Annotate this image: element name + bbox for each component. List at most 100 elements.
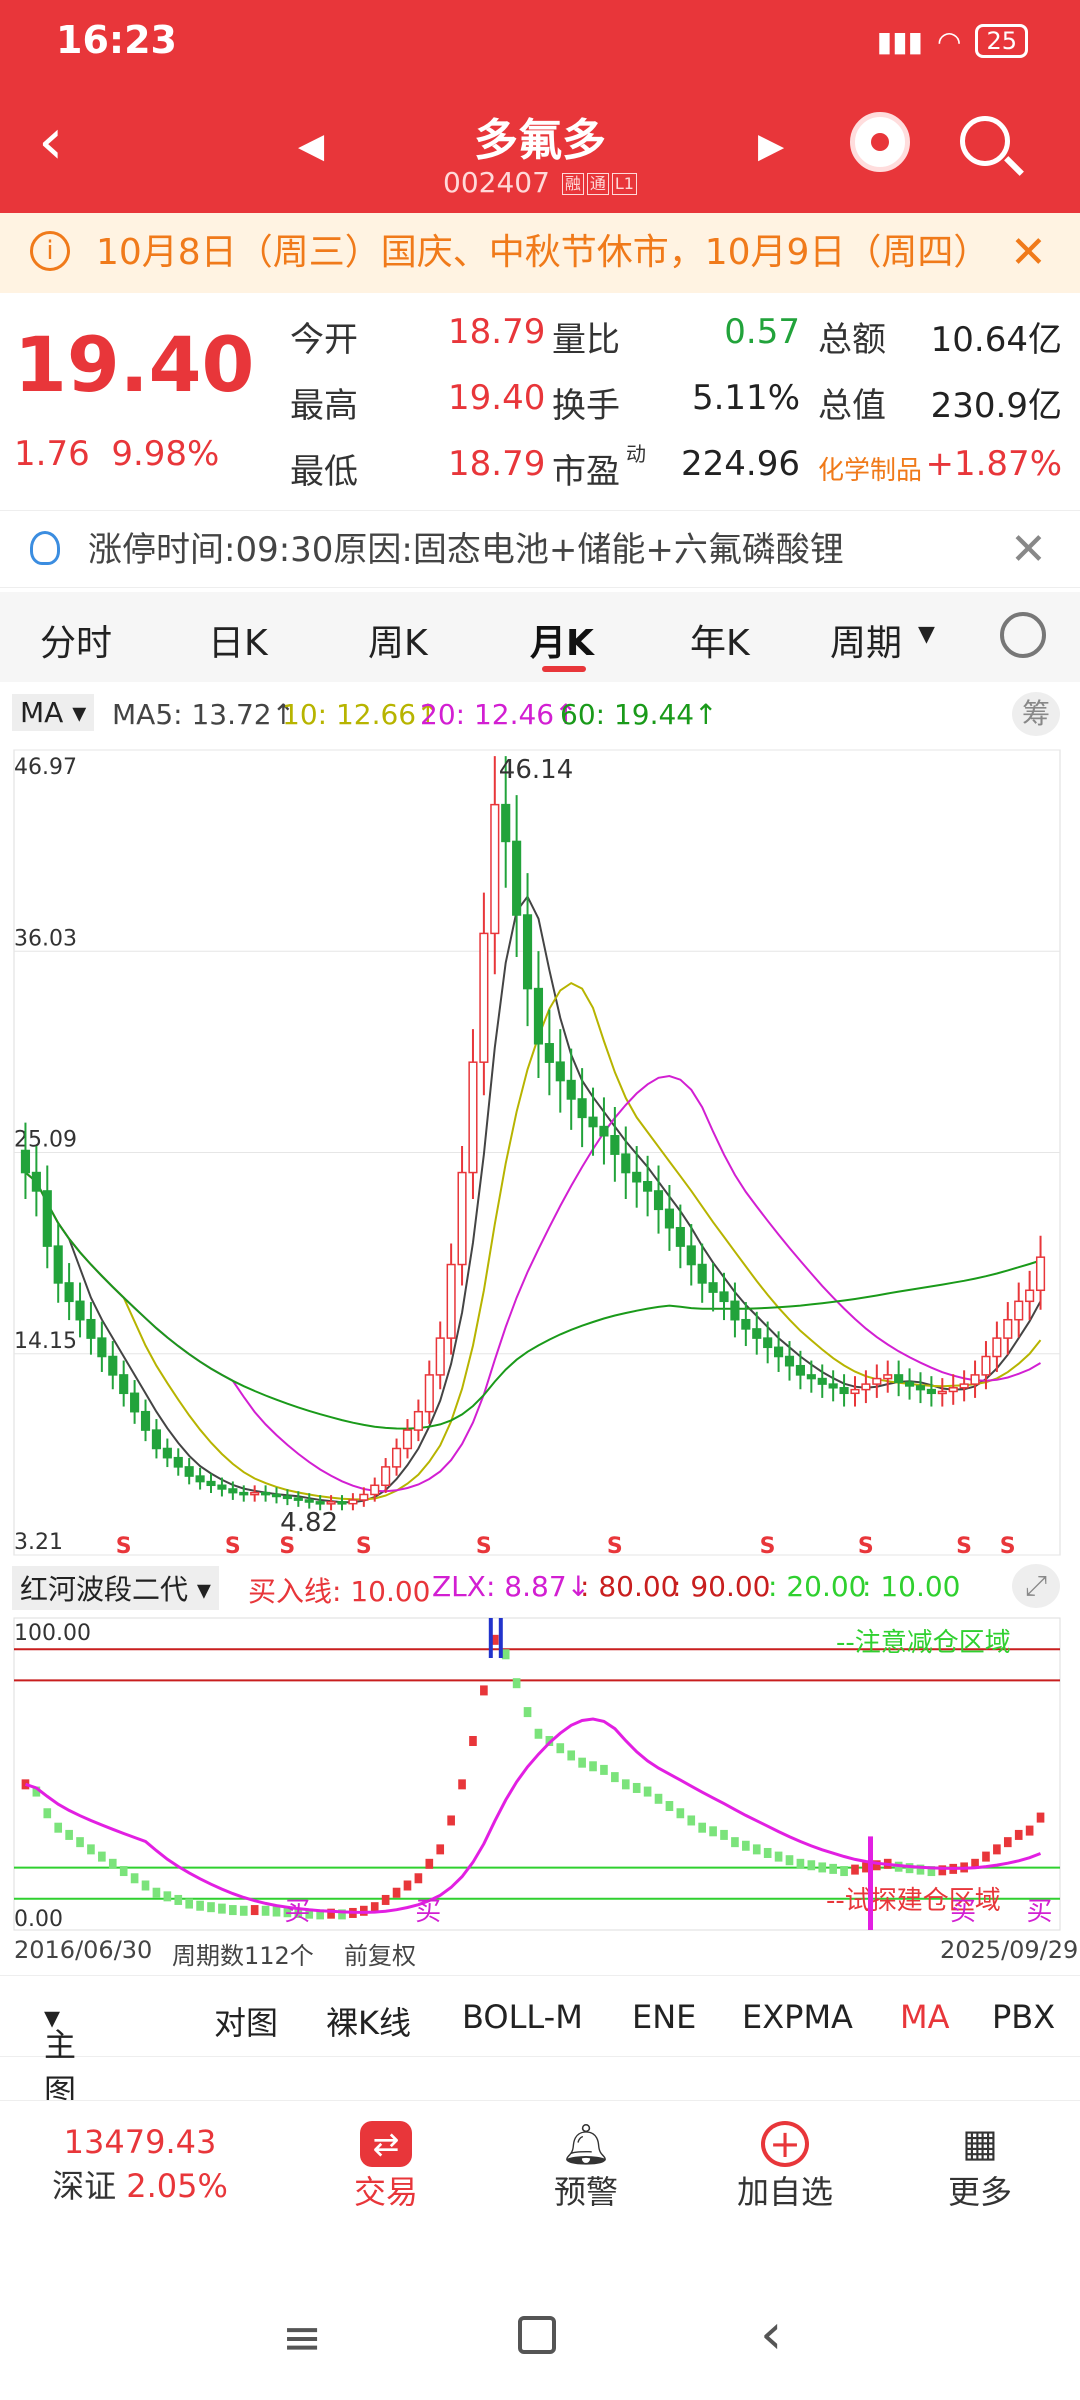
tab-month[interactable]: 月K	[530, 614, 594, 666]
top-zone-label: --注意减仓区域	[836, 1628, 1011, 1658]
tab-week[interactable]: 周K	[368, 614, 428, 666]
sell-marker: S	[956, 1534, 972, 1559]
oscillator-bar	[556, 1743, 565, 1754]
index-widget[interactable]: 13479.43 深证 2.05%	[40, 2123, 240, 2207]
oscillator-bar	[731, 1837, 739, 1848]
oscillator-bar	[567, 1750, 576, 1761]
sell-marker: S	[760, 1534, 776, 1559]
chip-button[interactable]: 筹	[1012, 692, 1060, 736]
search-icon[interactable]	[960, 116, 1010, 166]
info-icon: i	[30, 231, 70, 271]
buy-line-value: 买入线: 10.00	[248, 1575, 431, 1608]
bulb-icon	[30, 531, 60, 565]
tab-minute[interactable]: 分时	[40, 614, 112, 666]
stock-code-line: 002407 融通 L1	[0, 166, 1080, 199]
sell-marker: S	[279, 1534, 295, 1559]
indicator-select[interactable]: 红河波段二代 ▾	[12, 1566, 219, 1610]
candle	[664, 1208, 675, 1229]
sell-marker: S	[116, 1534, 132, 1559]
candle	[391, 1447, 402, 1468]
oscillator-bar	[621, 1779, 630, 1790]
home-icon[interactable]	[518, 2316, 556, 2354]
zlx-line	[25, 1717, 1042, 1914]
candle	[64, 1282, 74, 1303]
quote-label-l1-1: 今开	[290, 320, 358, 360]
quote-label-l3-3: 化学制品	[818, 456, 923, 486]
candle	[872, 1377, 882, 1385]
quote-label-l2-1: 量比	[552, 320, 620, 360]
oscillator-bar	[982, 1851, 990, 1862]
tab-main-chart[interactable]: 主图 ▾	[44, 1998, 76, 2110]
candle	[490, 803, 500, 935]
settings-icon[interactable]	[1000, 612, 1046, 658]
candle	[806, 1374, 816, 1380]
indicator-bottom-label: 0.00	[14, 1907, 63, 1932]
alert-label: 预警	[553, 2173, 618, 2211]
close-limit-icon[interactable]: ✕	[1010, 511, 1047, 589]
quote-label-l3-1: 总额	[818, 320, 886, 360]
mascot-icon[interactable]	[850, 112, 910, 172]
candle	[937, 1390, 947, 1395]
quote-value-v2-2: 5.11%	[691, 378, 800, 418]
close-notice-icon[interactable]: ✕	[1010, 213, 1047, 293]
limit-up-bar[interactable]: 涨停时间:09:30原因:固态电池+储能+六氟磷酸锂 ✕	[0, 510, 1080, 588]
holiday-notice[interactable]: i 10月8日（周三）国庆、中秋节休市，10月9日（周四） ✕	[0, 213, 1080, 293]
ma-select[interactable]: MA ▾	[12, 694, 95, 731]
trade-label: 交易	[353, 2173, 418, 2211]
tab-ene[interactable]: ENE	[632, 1998, 696, 2036]
oscillator-bar	[501, 1649, 510, 1660]
candle	[228, 1488, 238, 1494]
alert-button[interactable]: 🔔︎ 预警	[536, 2121, 636, 2213]
tab-compare[interactable]: 对图	[214, 1998, 278, 2044]
tab-pbx[interactable]: PBX	[992, 1998, 1055, 2036]
candle	[959, 1383, 969, 1389]
candle	[894, 1374, 904, 1384]
add-watchlist-button[interactable]: + 加自选	[720, 2121, 850, 2213]
quote-value-v3-1: 10.64亿	[930, 320, 1062, 360]
expand-icon[interactable]: ⤢	[1012, 1564, 1060, 1608]
tab-bare-k[interactable]: 裸K线	[326, 1998, 411, 2044]
tab-day[interactable]: 日K	[208, 614, 268, 666]
stock-code: 002407	[443, 166, 550, 199]
index-pct: 2.05%	[126, 2167, 228, 2205]
tab-main-chart-label: 主图	[44, 2026, 77, 2110]
more-button[interactable]: ▦ 更多	[930, 2121, 1030, 2213]
bottom-toolbar: 13479.43 深证 2.05% ⇄ 交易 🔔︎ 预警 + 加自选 ▦ 更多	[0, 2100, 1080, 2213]
oscillator-bar	[665, 1801, 674, 1812]
last-price: 19.40	[14, 320, 255, 409]
back-nav-icon[interactable]: ‹	[760, 2302, 782, 2367]
candle	[992, 1337, 1002, 1358]
menu-icon[interactable]: ≡	[282, 2310, 322, 2366]
indicator-chart[interactable]: 100.000.00--注意减仓区域--试探建仓区域买买买买	[0, 1612, 1080, 1932]
oscillator-bar	[676, 1808, 685, 1819]
margin-tag: 融	[561, 173, 584, 195]
tab-boll[interactable]: BOLL-M	[462, 1998, 583, 2036]
trade-button[interactable]: ⇄ 交易	[336, 2121, 436, 2213]
tab-year[interactable]: 年K	[690, 614, 750, 666]
candle	[381, 1466, 391, 1487]
oscillator-bar	[742, 1840, 750, 1851]
oscillator-bar	[796, 1858, 805, 1869]
candle	[337, 1501, 347, 1505]
level20-value: : 20.00	[768, 1570, 867, 1603]
candle	[774, 1346, 784, 1358]
candle	[763, 1337, 773, 1349]
candlestick-chart[interactable]: 46.9736.0325.0914.153.2146.144.82S S S S S S S…	[0, 740, 1080, 1560]
tab-period[interactable]: 周期	[830, 614, 902, 666]
next-stock-icon[interactable]: ▶	[758, 126, 784, 166]
tab-expma[interactable]: EXPMA	[742, 1998, 853, 2036]
tab-ma[interactable]: MA	[900, 1998, 950, 2036]
quote-label-l3-2: 总值	[818, 386, 886, 426]
oscillator-bar	[600, 1764, 608, 1775]
quote-value-v1-2: 19.40	[448, 378, 546, 418]
candle	[981, 1355, 991, 1376]
oscillator-bar	[774, 1851, 783, 1862]
change-value: 1.76	[14, 434, 90, 474]
stock-name: 多氟多	[474, 115, 606, 166]
buy-marker: 买	[1027, 1897, 1053, 1927]
candle	[686, 1245, 696, 1266]
ma60-value: 60: 19.44↑	[560, 698, 718, 731]
oscillator-bar	[458, 1779, 466, 1790]
oscillator-bar	[993, 1844, 1001, 1855]
candle	[304, 1499, 314, 1503]
